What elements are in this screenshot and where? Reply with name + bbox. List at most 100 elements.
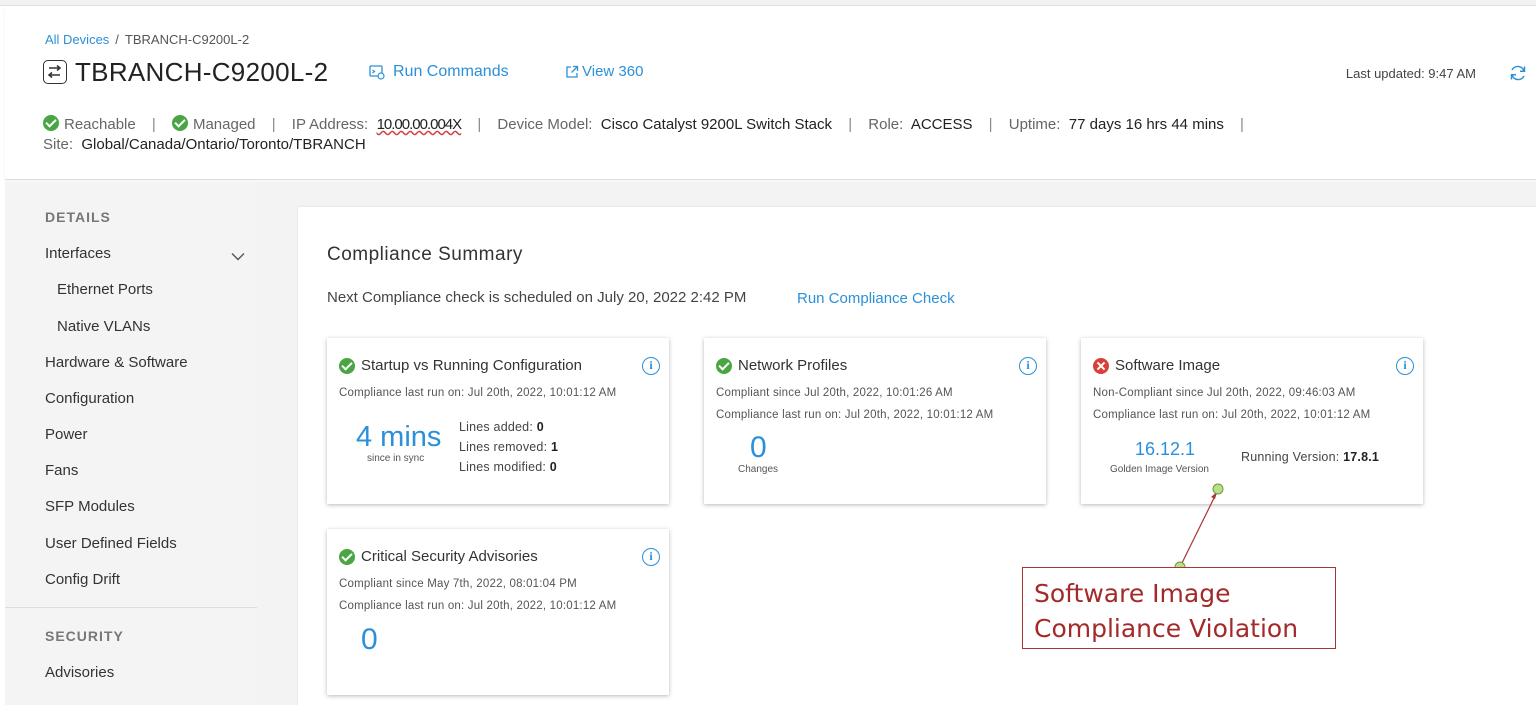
sidebar-item-advisories[interactable]: Advisories [45,664,114,681]
run-commands-icon [369,64,385,80]
lines-modified: Lines modified: 0 [459,460,557,474]
device-header: All Devices / TBRANCH-C9200L-2 TBRANCH-C92… [5,6,1536,180]
lines-added: Lines added: 0 [459,420,544,434]
advisories-count: 0 [361,623,378,656]
last-run-text: Compliance last run on: Jul 20th, 2022, … [339,600,617,612]
lines-modified-label: Lines modified: [459,460,547,474]
model-value: Cisco Catalyst 9200L Switch Stack [600,116,833,133]
lines-added-label: Lines added: [459,420,533,434]
check-circle-icon [171,115,188,131]
device-switch-icon [43,60,67,84]
breadcrumb-separator: / [115,32,119,47]
divider: | [477,116,482,133]
breadcrumb-all-devices-link[interactable]: All Devices [45,32,109,47]
device-status-line: Reachable | Managed | IP Address: 10.00.… [43,115,1256,133]
sidebar-heading-security: SECURITY [45,628,124,644]
x-circle-icon [1093,357,1109,374]
changes-count: 0 [750,431,767,464]
check-circle-icon [339,357,355,374]
view-360-link[interactable]: View 360 [565,63,643,80]
next-compliance-check-text: Next Compliance check is scheduled on Ju… [327,289,747,306]
breadcrumb-current: TBRANCH-C9200L-2 [124,32,250,47]
since-sync-value: 4 mins [356,421,442,453]
divider: | [151,116,156,133]
card-title: Network Profiles [716,357,847,374]
startup-running-card[interactable]: Startup vs Running Configuration i Compl… [327,338,669,504]
annotation-arrow [1174,483,1224,573]
managed-status: Managed [192,116,256,133]
divider: | [1240,116,1244,133]
device-site-line: Site: Global/Canada/Ontario/Toronto/TBRA… [43,136,366,153]
card-title: Software Image [1093,357,1220,374]
sidebar-item-configuration[interactable]: Configuration [45,390,134,407]
role-value: ACCESS [910,116,973,133]
last-run-text: Compliance last run on: Jul 20th, 2022, … [1093,409,1371,421]
view-360-label: View 360 [582,63,644,80]
card-title-label: Software Image [1115,357,1221,374]
last-run-text: Compliance last run on: Jul 20th, 2022, … [716,409,994,421]
info-icon[interactable]: i [1396,357,1414,375]
uptime-value: 77 days 16 hrs 44 mins [1068,116,1224,133]
info-icon[interactable]: i [642,548,660,566]
sidebar-item-interfaces[interactable]: Interfaces [45,245,111,262]
lines-modified-value: 0 [549,460,557,474]
compliant-since-text: Compliant since Jul 20th, 2022, 10:01:26… [716,387,953,399]
non-compliant-since-text: Non-Compliant since Jul 20th, 2022, 09:4… [1093,387,1356,399]
compliance-summary-title: Compliance Summary [327,244,523,265]
breadcrumb: All Devices / TBRANCH-C9200L-2 [45,32,249,47]
card-title-label: Network Profiles [738,357,848,374]
card-title: Critical Security Advisories [339,548,538,565]
info-icon[interactable]: i [1019,357,1037,375]
annotation-text: Software Image Compliance Violation [1034,576,1298,646]
lines-removed-value: 1 [550,440,559,454]
info-icon[interactable]: i [642,357,660,375]
sidebar-item-fans[interactable]: Fans [45,462,78,479]
run-compliance-check-link[interactable]: Run Compliance Check [797,290,955,307]
run-commands-label: Run Commands [393,63,509,80]
check-circle-icon [716,357,732,374]
last-run-text: Compliance last run on: Jul 20th, 2022, … [339,387,617,399]
role-label: Role: [868,116,904,133]
since-sync-caption: since in sync [367,453,425,464]
lines-removed: Lines removed: 1 [459,440,558,454]
site-label: Site: [43,136,74,153]
lines-added-value: 0 [536,420,544,434]
card-title: Startup vs Running Configuration [339,357,582,374]
lines-removed-label: Lines removed: [459,440,548,454]
sidebar-item-hardware-software[interactable]: Hardware & Software [45,354,188,371]
sidebar-item-native-vlans[interactable]: Native VLANs [57,318,150,335]
sidebar: DETAILS Interfaces Ethernet Ports Native… [5,182,257,705]
running-version: Running Version: 17.8.1 [1241,450,1379,464]
chevron-down-icon[interactable] [231,248,245,266]
reachable-status: Reachable [64,116,136,133]
running-version-value: 17.8.1 [1343,450,1380,464]
running-version-label: Running Version: [1241,450,1340,464]
annotation-box: Software Image Compliance Violation [1022,567,1336,649]
sidebar-item-sfp-modules[interactable]: SFP Modules [45,498,135,515]
run-commands-button[interactable]: Run Commands [369,63,509,81]
golden-image-caption: Golden Image Version [1110,464,1209,475]
sidebar-item-config-drift[interactable]: Config Drift [45,571,120,588]
divider: | [848,116,853,133]
sidebar-item-user-defined-fields[interactable]: User Defined Fields [45,535,177,552]
external-link-icon [565,65,579,79]
site-value: Global/Canada/Ontario/Toronto/TBRANCH [81,136,366,153]
sidebar-item-power[interactable]: Power [45,426,88,443]
sidebar-divider [5,607,257,608]
uptime-label: Uptime: [1008,116,1061,133]
model-label: Device Model: [497,116,593,133]
network-profiles-card[interactable]: Network Profiles i Compliant since Jul 2… [704,338,1046,504]
last-updated-text: Last updated: 9:47 AM [1345,66,1476,81]
critical-security-advisories-card[interactable]: Critical Security Advisories i Compliant… [327,529,669,695]
ip-label: IP Address: [291,116,369,133]
annotation-line-2: Compliance Violation [1034,614,1299,643]
sidebar-heading-details: DETAILS [45,209,111,225]
software-image-card[interactable]: Software Image i Non-Compliant since Jul… [1081,338,1423,504]
card-title-label: Startup vs Running Configuration [361,357,582,374]
changes-caption: Changes [738,464,779,475]
sidebar-item-ethernet-ports[interactable]: Ethernet Ports [57,281,153,298]
compliant-since-text: Compliant since May 7th, 2022, 08:01:04 … [339,578,577,590]
divider: | [271,116,276,133]
device-title: TBRANCH-C9200L-2 [75,57,329,87]
refresh-icon[interactable] [1508,63,1528,88]
